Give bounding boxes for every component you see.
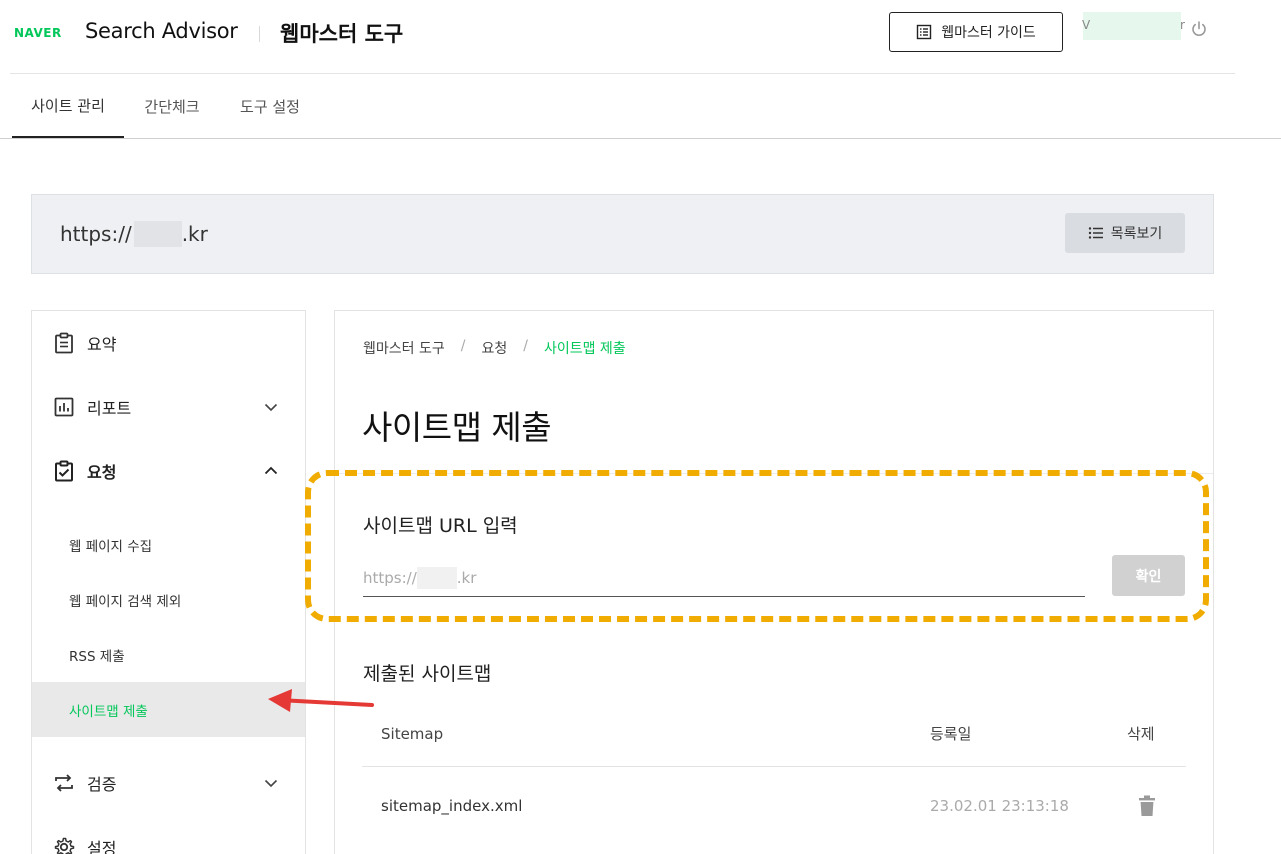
webmaster-guide-label: 웹마스터 가이드: [941, 25, 1036, 41]
sidebar-subitem-label: 웹 페이지 검색 제외: [69, 593, 182, 610]
sidebar: 요약 리포트 요청 웹 페이지 수집 웹 페이지 검색 제외 RSS 제출 사이…: [31, 310, 306, 854]
checklist-icon: [55, 460, 73, 482]
breadcrumb-separator: /: [460, 338, 466, 354]
sidebar-item-label: 요청: [87, 463, 117, 482]
breadcrumb-item-webmaster[interactable]: 웹마스터 도구: [363, 338, 445, 358]
user-id-tail: r: [1180, 18, 1185, 32]
chevron-down-icon[interactable]: [264, 776, 278, 790]
sidebar-subitem-label: RSS 제출: [69, 648, 125, 665]
column-header-date: 등록일: [930, 725, 972, 743]
list-view-label: 목록보기: [1110, 226, 1163, 242]
submitted-sitemaps-title: 제출된 사이트맵: [363, 663, 492, 685]
brand-divider: [259, 26, 260, 42]
top-nav: 사이트 관리 간단체크 도구 설정: [0, 74, 1281, 139]
document-list-icon: [916, 24, 932, 40]
table-header: Sitemap 등록일 삭제: [362, 701, 1186, 767]
sidebar-item-summary[interactable]: 요약: [32, 311, 305, 375]
site-url-prefix: https://: [60, 222, 132, 246]
list-icon: [1088, 227, 1103, 239]
trash-icon: [1139, 795, 1155, 816]
section-divider: [335, 473, 1213, 474]
sidebar-item-settings[interactable]: 설정: [32, 815, 305, 854]
power-icon[interactable]: [1190, 20, 1208, 38]
sidebar-item-label: 요약: [87, 335, 117, 354]
breadcrumb-item-request[interactable]: 요청: [481, 338, 507, 358]
swap-arrows-icon: [55, 774, 73, 792]
breadcrumb: 웹마스터 도구 / 요청 / 사이트맵 제출: [363, 338, 626, 358]
sidebar-item-label: 리포트: [87, 399, 132, 418]
brand-name[interactable]: Search Advisor: [85, 19, 238, 43]
chevron-down-icon[interactable]: [264, 400, 278, 414]
page-title: 사이트맵 제출: [362, 408, 552, 447]
breadcrumb-item-current: 사이트맵 제출: [543, 341, 626, 357]
redacted-domain: [133, 221, 182, 247]
sidebar-subitem-sitemap-submit[interactable]: 사이트맵 제출: [32, 682, 305, 737]
table-row: sitemap_index.xml 23.02.01 23:13:18: [362, 767, 1186, 845]
sidebar-subitem-label: 사이트맵 제출: [69, 703, 148, 720]
tab-site-management[interactable]: 사이트 관리: [12, 74, 124, 138]
sidebar-item-verify[interactable]: 검증: [32, 751, 305, 815]
redacted-domain: [416, 566, 457, 589]
confirm-button[interactable]: 확인: [1112, 555, 1185, 596]
sitemap-url-input[interactable]: https:// .kr: [363, 559, 1085, 597]
bar-chart-icon: [54, 397, 74, 417]
sidebar-subitem-rss-submit[interactable]: RSS 제출: [32, 627, 305, 682]
tab-tool-settings[interactable]: 도구 설정: [220, 74, 320, 138]
sidebar-item-request[interactable]: 요청: [32, 439, 305, 503]
sidebar-item-label: 검증: [87, 775, 117, 794]
column-header-sitemap: Sitemap: [381, 724, 444, 743]
sidebar-item-report[interactable]: 리포트: [32, 375, 305, 439]
delete-button[interactable]: [1138, 767, 1156, 845]
tab-label: 도구 설정: [240, 97, 300, 116]
sidebar-subitem-label: 웹 페이지 수집: [69, 538, 153, 555]
naver-logo[interactable]: NAVER: [14, 26, 62, 40]
header: NAVER Search Advisor 웹마스터 도구 웹마스터 가이드 V …: [0, 0, 1281, 74]
sidebar-subitem-web-page-collect[interactable]: 웹 페이지 수집: [32, 517, 305, 572]
site-url: https:// .kr: [60, 221, 208, 247]
chevron-up-icon[interactable]: [264, 464, 278, 478]
clipboard-icon: [55, 332, 73, 354]
tab-label: 간단체크: [144, 97, 200, 116]
input-suffix: .kr: [456, 568, 477, 587]
sitemap-url-input-title: 사이트맵 URL 입력: [363, 515, 518, 537]
sitemap-name[interactable]: sitemap_index.xml: [381, 767, 522, 845]
tab-label: 사이트 관리: [31, 96, 105, 115]
sidebar-subitem-web-page-exclude[interactable]: 웹 페이지 검색 제외: [32, 572, 305, 627]
column-header-delete: 삭제: [1127, 725, 1155, 743]
gear-icon: [54, 837, 75, 854]
app-title[interactable]: 웹마스터 도구: [280, 18, 403, 48]
list-view-button[interactable]: 목록보기: [1065, 213, 1185, 253]
site-url-suffix: .kr: [181, 222, 208, 246]
input-prefix: https://: [363, 568, 417, 587]
sitemap-date: 23.02.01 23:13:18: [930, 797, 1069, 815]
main-panel: 웹마스터 도구 / 요청 / 사이트맵 제출 사이트맵 제출 사이트맵 URL …: [334, 310, 1214, 854]
user-id-initial: V: [1082, 18, 1091, 32]
site-bar: https:// .kr 목록보기: [31, 194, 1214, 274]
sidebar-item-label: 설정: [87, 839, 117, 854]
tab-quick-check[interactable]: 간단체크: [124, 74, 220, 138]
breadcrumb-separator: /: [523, 338, 528, 354]
webmaster-guide-button[interactable]: 웹마스터 가이드: [889, 12, 1063, 52]
user-id-redacted: [1083, 12, 1181, 40]
